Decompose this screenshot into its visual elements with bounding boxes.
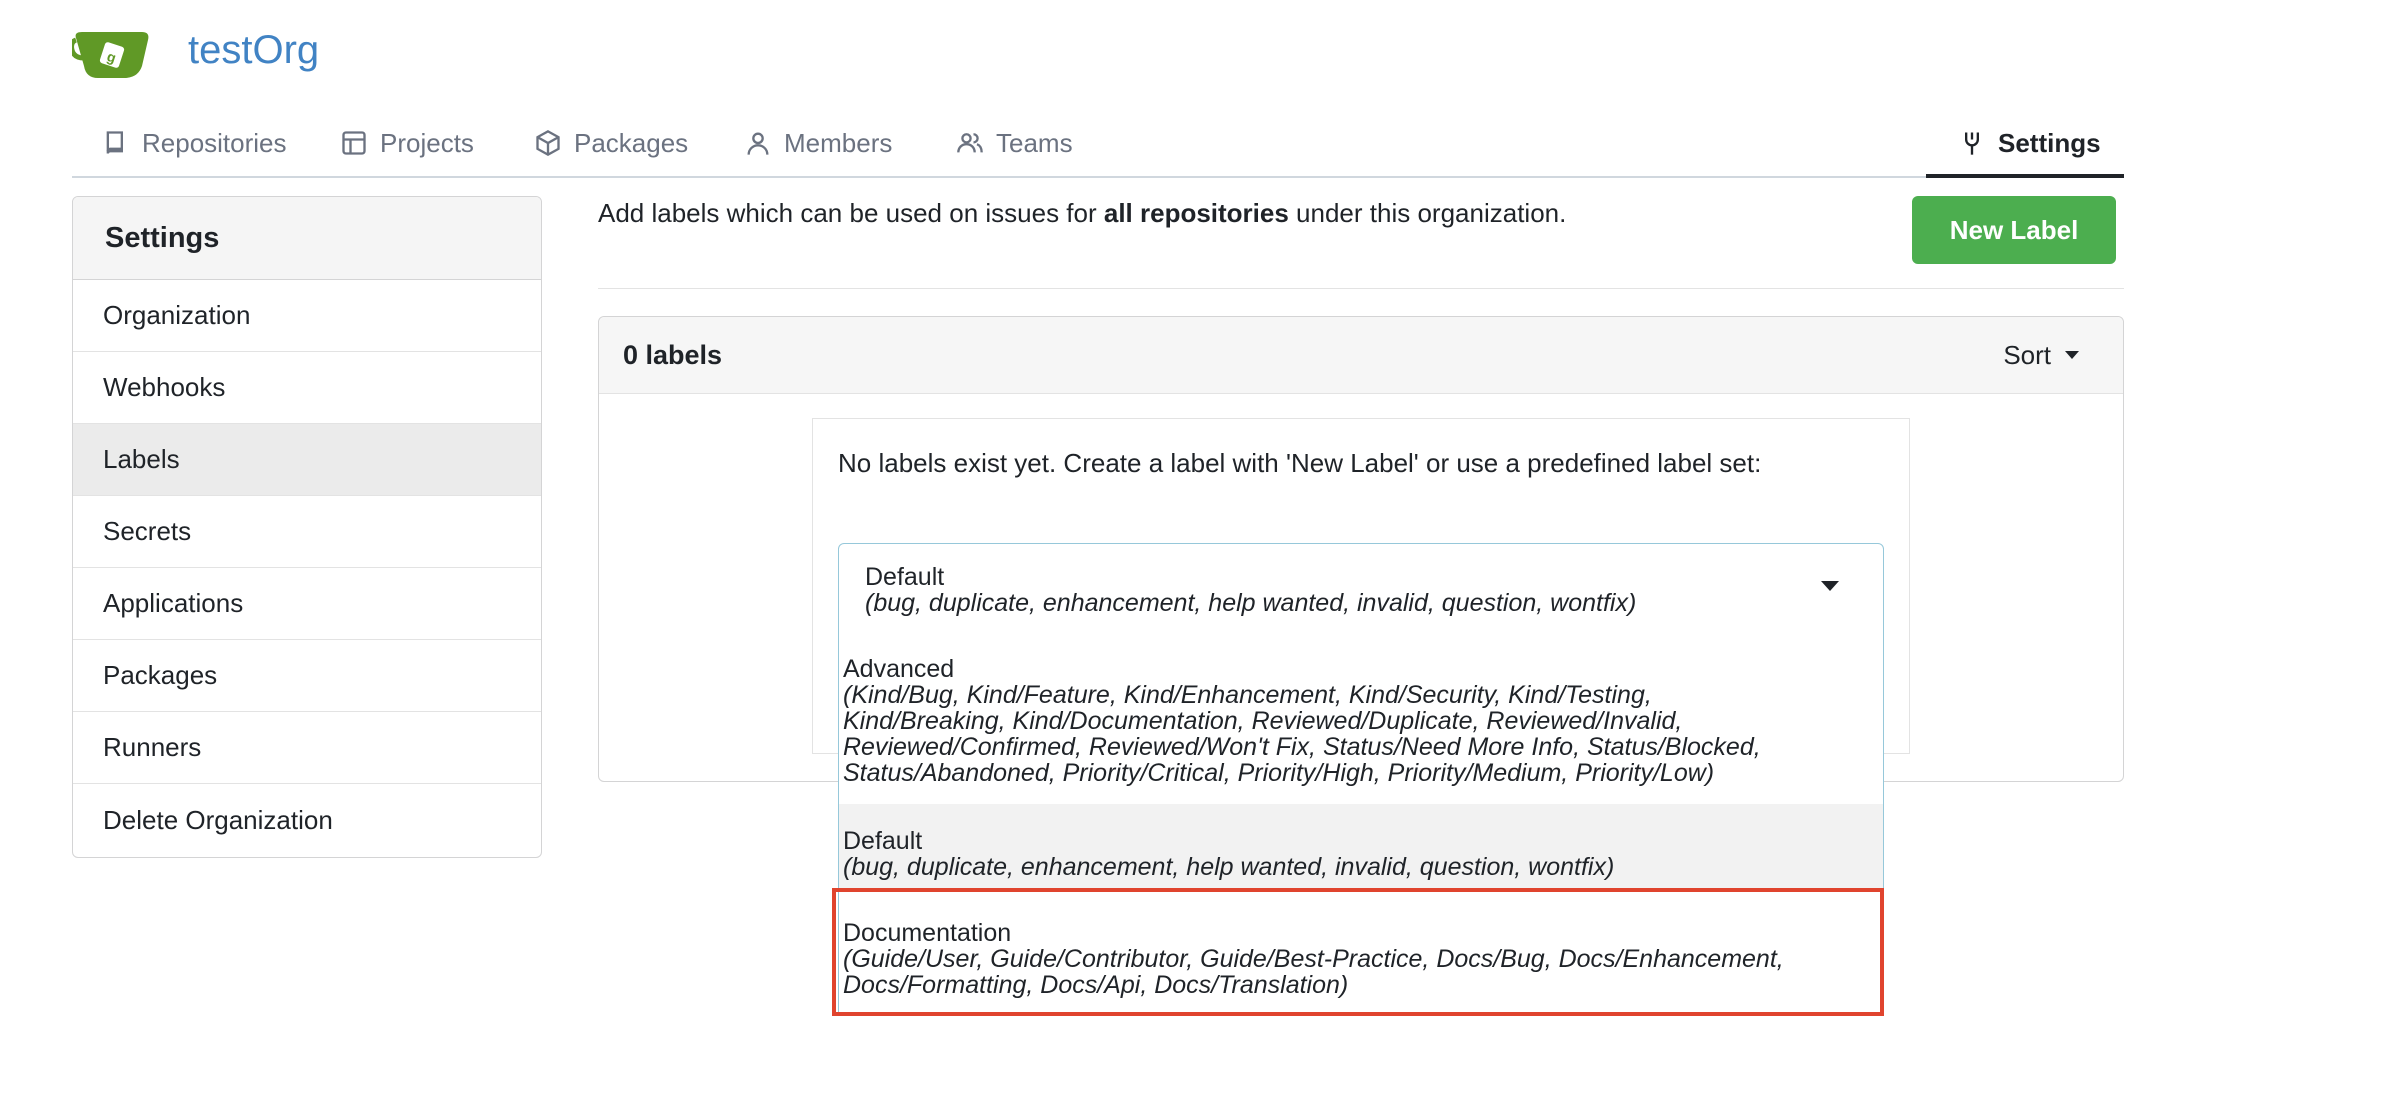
label-set-option-advanced[interactable]: Advanced (Kind/Bug, Kind/Feature, Kind/E…	[839, 656, 1883, 786]
people-icon	[957, 133, 983, 153]
active-tab-underline	[1926, 174, 2124, 178]
option-desc-line: (Kind/Bug, Kind/Feature, Kind/Enhancemen…	[843, 681, 1652, 709]
org-name[interactable]: testOrg	[188, 24, 319, 76]
tab-settings[interactable]: Settings	[1958, 110, 2101, 176]
divider	[598, 288, 2124, 289]
labels-intro-text: Add labels which can be used on issues f…	[598, 198, 1566, 229]
dropdown-caret-icon	[1821, 581, 1839, 591]
sidebar-item-delete-organization[interactable]: Delete Organization	[73, 784, 541, 856]
option-name: Advanced	[843, 655, 955, 683]
option-desc-line: Status/Abandoned, Priority/Critical, Pri…	[843, 759, 1715, 787]
tab-label: Settings	[1998, 127, 2101, 158]
sidebar-item-webhooks[interactable]: Webhooks	[73, 352, 541, 424]
settings-sidebar: Settings Organization Webhooks Labels Se…	[72, 196, 542, 858]
tab-label: Packages	[574, 127, 689, 158]
intro-bold: all repositories	[1103, 198, 1289, 228]
tab-teams[interactable]: Teams	[956, 110, 1073, 176]
gitea-logo-icon: g	[69, 32, 149, 78]
tab-label: Members	[784, 127, 893, 158]
sidebar-item-secrets[interactable]: Secrets	[73, 496, 541, 568]
tab-repositories[interactable]: Repositories	[102, 110, 287, 176]
intro-suffix: under this organization.	[1288, 198, 1567, 228]
tab-packages[interactable]: Packages	[534, 110, 688, 176]
sidebar-item-runners[interactable]: Runners	[73, 712, 541, 784]
option-desc-line: Docs/Formatting, Docs/Api, Docs/Translat…	[843, 971, 1349, 999]
tab-label: Repositories	[142, 127, 287, 158]
selected-set-desc: (bug, duplicate, enhancement, help wante…	[865, 589, 1637, 617]
book-icon	[106, 131, 123, 154]
label-set-option-default[interactable]: Default (bug, duplicate, enhancement, he…	[839, 828, 1883, 880]
option-name: Documentation	[843, 919, 1012, 947]
option-desc-line: Kind/Breaking, Kind/Documentation, Revie…	[843, 707, 1683, 735]
selected-set-name: Default	[865, 563, 945, 591]
label-set-option-documentation[interactable]: Documentation (Guide/User, Guide/Contrib…	[839, 920, 1883, 998]
tab-label: Teams	[996, 127, 1073, 158]
person-icon	[747, 132, 769, 155]
option-desc-line: Reviewed/Confirmed, Reviewed/Won't Fix, …	[843, 733, 1761, 761]
option-desc-line: (Guide/User, Guide/Contributor, Guide/Be…	[843, 945, 1784, 973]
org-logo[interactable]: g	[69, 28, 154, 80]
label-set-select[interactable]: Default (bug, duplicate, enhancement, he…	[838, 543, 1884, 637]
option-name: Default	[843, 827, 923, 855]
org-nav: Repositories Projects Packages Members T…	[72, 110, 2124, 178]
tools-icon	[1965, 132, 1979, 155]
intro-prefix: Add labels which can be used on issues f…	[598, 198, 1104, 228]
empty-labels-message: No labels exist yet. Create a label with…	[838, 448, 1762, 478]
project-board-icon	[342, 131, 366, 155]
sidebar-title: Settings	[73, 197, 541, 280]
option-desc-line: (bug, duplicate, enhancement, help wante…	[843, 853, 1615, 881]
labels-list-header: 0 labels Sort	[599, 317, 2123, 394]
sort-label: Sort	[2003, 339, 2051, 370]
package-box-icon	[536, 129, 560, 157]
labels-count: 0 labels	[623, 339, 723, 370]
tab-label: Projects	[380, 127, 474, 158]
tab-projects[interactable]: Projects	[340, 110, 474, 176]
sort-dropdown[interactable]: Sort	[2003, 317, 2079, 393]
label-set-menu: Advanced (Kind/Bug, Kind/Feature, Kind/E…	[838, 636, 1884, 1014]
selected-label-set: Default (bug, duplicate, enhancement, he…	[865, 564, 1636, 616]
sidebar-item-labels[interactable]: Labels	[73, 424, 541, 496]
new-label-button[interactable]: New Label	[1912, 196, 2116, 264]
caret-down-icon	[2065, 351, 2079, 359]
sidebar-item-applications[interactable]: Applications	[73, 568, 541, 640]
sidebar-item-packages[interactable]: Packages	[73, 640, 541, 712]
tab-members[interactable]: Members	[744, 110, 892, 176]
sidebar-item-organization[interactable]: Organization	[73, 280, 541, 352]
